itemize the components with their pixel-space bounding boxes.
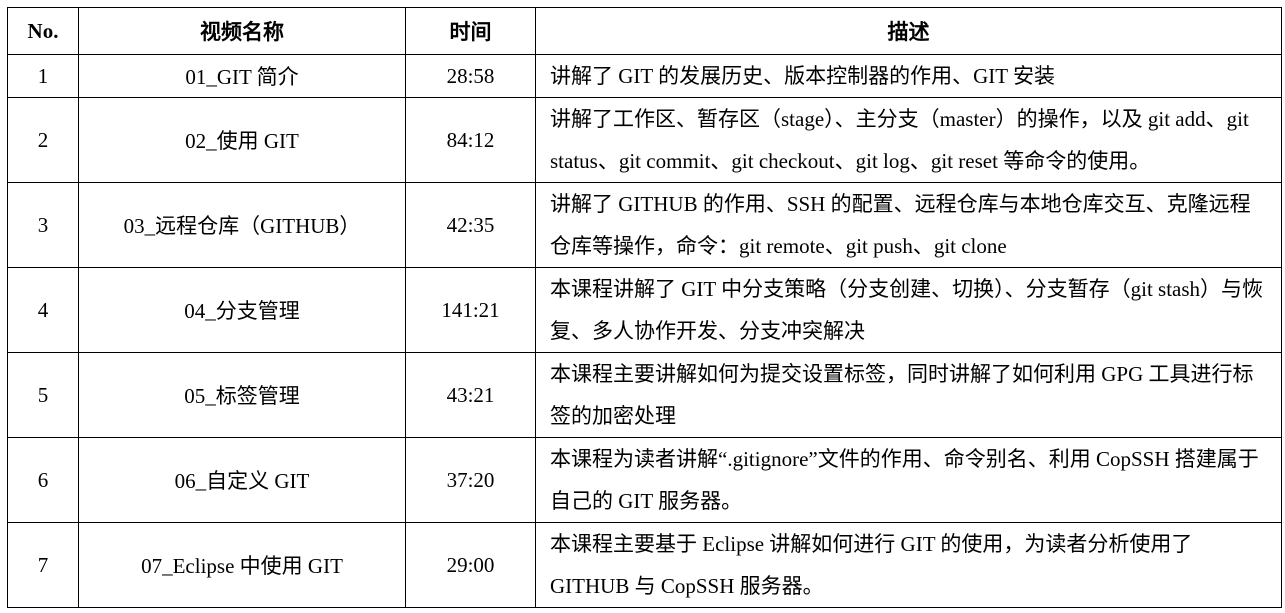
header-row: No. 视频名称 时间 描述 xyxy=(7,7,1282,55)
cell-video-name: 01_GIT 简介 xyxy=(78,54,406,98)
course-table: No. 视频名称 时间 描述 1 01_GIT 简介 28:58 讲解了 GIT… xyxy=(7,7,1282,608)
header-description: 描述 xyxy=(535,7,1282,55)
table-row: 5 05_标签管理 43:21 本课程主要讲解如何为提交设置标签，同时讲解了如何… xyxy=(7,352,1282,438)
header-time: 时间 xyxy=(405,7,536,55)
cell-no: 4 xyxy=(7,267,79,353)
cell-no: 7 xyxy=(7,522,79,608)
cell-video-name: 04_分支管理 xyxy=(78,267,406,353)
cell-time: 42:35 xyxy=(405,182,536,268)
cell-time: 141:21 xyxy=(405,267,536,353)
table-row: 2 02_使用 GIT 84:12 讲解了工作区、暂存区（stage）、主分支（… xyxy=(7,97,1282,183)
cell-description: 讲解了工作区、暂存区（stage）、主分支（master）的操作，以及 git … xyxy=(535,97,1282,183)
cell-description: 本课程主要讲解如何为提交设置标签，同时讲解了如何利用 GPG 工具进行标签的加密… xyxy=(535,352,1282,438)
cell-description: 本课程为读者讲解“.gitignore”文件的作用、命令别名、利用 CopSSH… xyxy=(535,437,1282,523)
header-no: No. xyxy=(7,7,79,55)
cell-description: 本课程主要基于 Eclipse 讲解如何进行 GIT 的使用，为读者分析使用了 … xyxy=(535,522,1282,608)
cell-video-name: 05_标签管理 xyxy=(78,352,406,438)
table-row: 6 06_自定义 GIT 37:20 本课程为读者讲解“.gitignore”文… xyxy=(7,437,1282,523)
cell-video-name: 03_远程仓库（GITHUB） xyxy=(78,182,406,268)
cell-time: 29:00 xyxy=(405,522,536,608)
table-row: 4 04_分支管理 141:21 本课程讲解了 GIT 中分支策略（分支创建、切… xyxy=(7,267,1282,353)
cell-time: 84:12 xyxy=(405,97,536,183)
cell-video-name: 07_Eclipse 中使用 GIT xyxy=(78,522,406,608)
cell-description: 讲解了 GIT 的发展历史、版本控制器的作用、GIT 安装 xyxy=(535,54,1282,98)
cell-description: 讲解了 GITHUB 的作用、SSH 的配置、远程仓库与本地仓库交互、克隆远程仓… xyxy=(535,182,1282,268)
cell-no: 3 xyxy=(7,182,79,268)
cell-no: 2 xyxy=(7,97,79,183)
cell-video-name: 02_使用 GIT xyxy=(78,97,406,183)
cell-time: 43:21 xyxy=(405,352,536,438)
cell-time: 28:58 xyxy=(405,54,536,98)
cell-description: 本课程讲解了 GIT 中分支策略（分支创建、切换）、分支暂存（git stash… xyxy=(535,267,1282,353)
header-video-name: 视频名称 xyxy=(78,7,406,55)
table-row: 7 07_Eclipse 中使用 GIT 29:00 本课程主要基于 Eclip… xyxy=(7,522,1282,608)
cell-video-name: 06_自定义 GIT xyxy=(78,437,406,523)
cell-no: 1 xyxy=(7,54,79,98)
table-row: 1 01_GIT 简介 28:58 讲解了 GIT 的发展历史、版本控制器的作用… xyxy=(7,54,1282,98)
cell-time: 37:20 xyxy=(405,437,536,523)
cell-no: 6 xyxy=(7,437,79,523)
cell-no: 5 xyxy=(7,352,79,438)
table-row: 3 03_远程仓库（GITHUB） 42:35 讲解了 GITHUB 的作用、S… xyxy=(7,182,1282,268)
